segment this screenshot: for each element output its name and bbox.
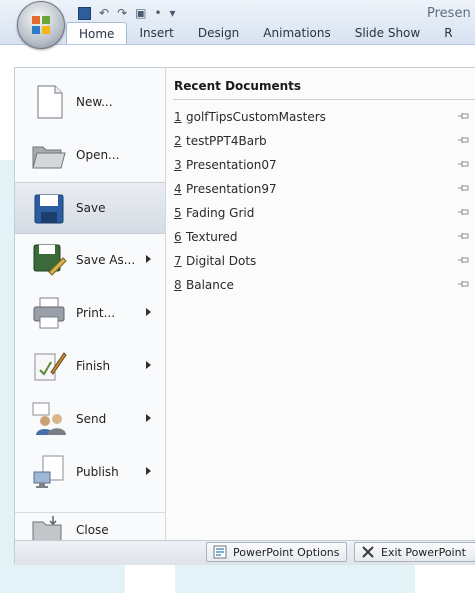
options-icon: [213, 545, 227, 559]
recent-document-item[interactable]: 4 Presentation97: [174, 177, 470, 201]
pin-icon[interactable]: [457, 255, 470, 265]
recent-document-number: 6: [174, 230, 182, 244]
recent-document-item[interactable]: 8 Balance: [174, 273, 470, 297]
recent-document-name: Presentation07: [186, 158, 277, 172]
exit-x-icon: [362, 546, 374, 558]
new-label: New...: [76, 95, 113, 109]
redo-icon[interactable]: ↷: [117, 6, 127, 20]
pin-icon[interactable]: [457, 207, 470, 217]
recent-documents-divider: [173, 99, 475, 100]
exit-powerpoint-button[interactable]: Exit PowerPoint: [354, 542, 475, 562]
new-command[interactable]: New...: [15, 76, 165, 128]
recent-document-name: Balance: [186, 278, 234, 292]
save-as-label: Save As...: [76, 253, 136, 267]
save-command[interactable]: Save: [15, 182, 165, 234]
printer-icon: [33, 297, 65, 329]
pin-icon[interactable]: [457, 135, 470, 145]
menu-commands: New... Open... Save Save As... Print... …: [15, 68, 166, 544]
save-label: Save: [76, 201, 106, 215]
publish-label: Publish: [76, 465, 119, 479]
recent-document-item[interactable]: 6 Textured: [174, 225, 470, 249]
recent-document-item[interactable]: 7 Digital Dots: [174, 249, 470, 273]
send-label: Send: [76, 412, 107, 426]
recent-document-name: golfTipsCustomMasters: [186, 110, 326, 124]
pin-icon[interactable]: [457, 231, 470, 241]
send-people-icon: [32, 402, 66, 435]
recent-document-number: 2: [174, 134, 182, 148]
new-document-icon: [37, 85, 63, 119]
undo-icon[interactable]: ↶: [99, 6, 109, 20]
save-as-command[interactable]: Save As...: [15, 234, 165, 286]
send-command[interactable]: Send: [15, 393, 165, 445]
recent-documents-heading: Recent Documents: [174, 79, 302, 93]
recent-document-name: Digital Dots: [186, 254, 257, 268]
office-button[interactable]: [17, 1, 65, 49]
quick-save-icon[interactable]: [78, 6, 91, 20]
open-label: Open...: [76, 148, 120, 162]
tab-slide-show[interactable]: Slide Show: [343, 22, 432, 44]
pin-icon[interactable]: [457, 183, 470, 193]
pin-icon[interactable]: [457, 279, 470, 289]
tab-review[interactable]: R: [432, 22, 464, 44]
office-menu: New... Open... Save Save As... Print... …: [14, 67, 475, 565]
tab-animations[interactable]: Animations: [251, 22, 342, 44]
bullet-icon[interactable]: •: [154, 6, 161, 20]
recent-documents-pane: Recent Documents 1 golfTipsCustomMasters…: [165, 68, 475, 540]
exit-powerpoint-label: Exit PowerPoint: [381, 545, 466, 559]
title-bar: ↶ ↷ ▣ • ▾ Presen Home Insert Design Anim…: [0, 0, 475, 45]
submenu-arrow-icon: [146, 308, 151, 316]
recent-document-number: 3: [174, 158, 182, 172]
ribbon-tabs: Home Insert Design Animations Slide Show…: [66, 22, 465, 44]
finish-pen-icon: [34, 352, 67, 381]
finish-label: Finish: [76, 359, 111, 373]
recent-document-number: 8: [174, 278, 182, 292]
pin-icon[interactable]: [457, 111, 470, 121]
finish-command[interactable]: Finish: [15, 340, 165, 392]
recent-document-name: Fading Grid: [186, 206, 255, 220]
pin-icon[interactable]: [457, 159, 470, 169]
slideshow-icon[interactable]: ▣: [135, 6, 146, 20]
recent-document-number: 7: [174, 254, 182, 268]
menu-footer: PowerPoint Options Exit PowerPoint: [15, 540, 475, 565]
powerpoint-options-button[interactable]: PowerPoint Options: [206, 542, 347, 562]
close-label: Close: [76, 523, 109, 537]
recent-document-item[interactable]: 5 Fading Grid: [174, 201, 470, 225]
quick-access-toolbar: ↶ ↷ ▣ • ▾: [78, 6, 176, 20]
window-title: Presen: [427, 6, 471, 21]
save-floppy-icon: [34, 194, 64, 224]
open-folder-icon: [32, 146, 66, 169]
recent-document-number: 5: [174, 206, 182, 220]
publish-icon: [33, 455, 64, 488]
open-command[interactable]: Open...: [15, 129, 165, 181]
publish-command[interactable]: Publish: [15, 446, 165, 498]
recent-document-number: 1: [174, 110, 182, 124]
recent-document-item[interactable]: 1 golfTipsCustomMasters: [174, 105, 470, 129]
submenu-arrow-icon: [146, 361, 151, 369]
recent-document-item[interactable]: 3 Presentation07: [174, 153, 470, 177]
recent-document-number: 4: [174, 182, 182, 196]
powerpoint-options-label: PowerPoint Options: [233, 545, 340, 559]
customize-toolbar-icon[interactable]: ▾: [170, 6, 176, 20]
recent-document-name: Presentation97: [186, 182, 277, 196]
submenu-arrow-icon: [146, 255, 151, 263]
tab-home[interactable]: Home: [66, 22, 128, 44]
recent-document-name: Textured: [186, 230, 238, 244]
print-label: Print...: [76, 306, 116, 320]
submenu-arrow-icon: [146, 467, 151, 475]
submenu-arrow-icon: [146, 414, 151, 422]
save-as-icon: [33, 244, 67, 276]
recent-document-item[interactable]: 2 testPPT4Barb: [174, 129, 470, 153]
print-command[interactable]: Print...: [15, 287, 165, 339]
tab-design[interactable]: Design: [186, 22, 251, 44]
recent-document-name: testPPT4Barb: [186, 134, 267, 148]
tab-insert[interactable]: Insert: [127, 22, 185, 44]
office-logo-icon: [32, 16, 50, 34]
